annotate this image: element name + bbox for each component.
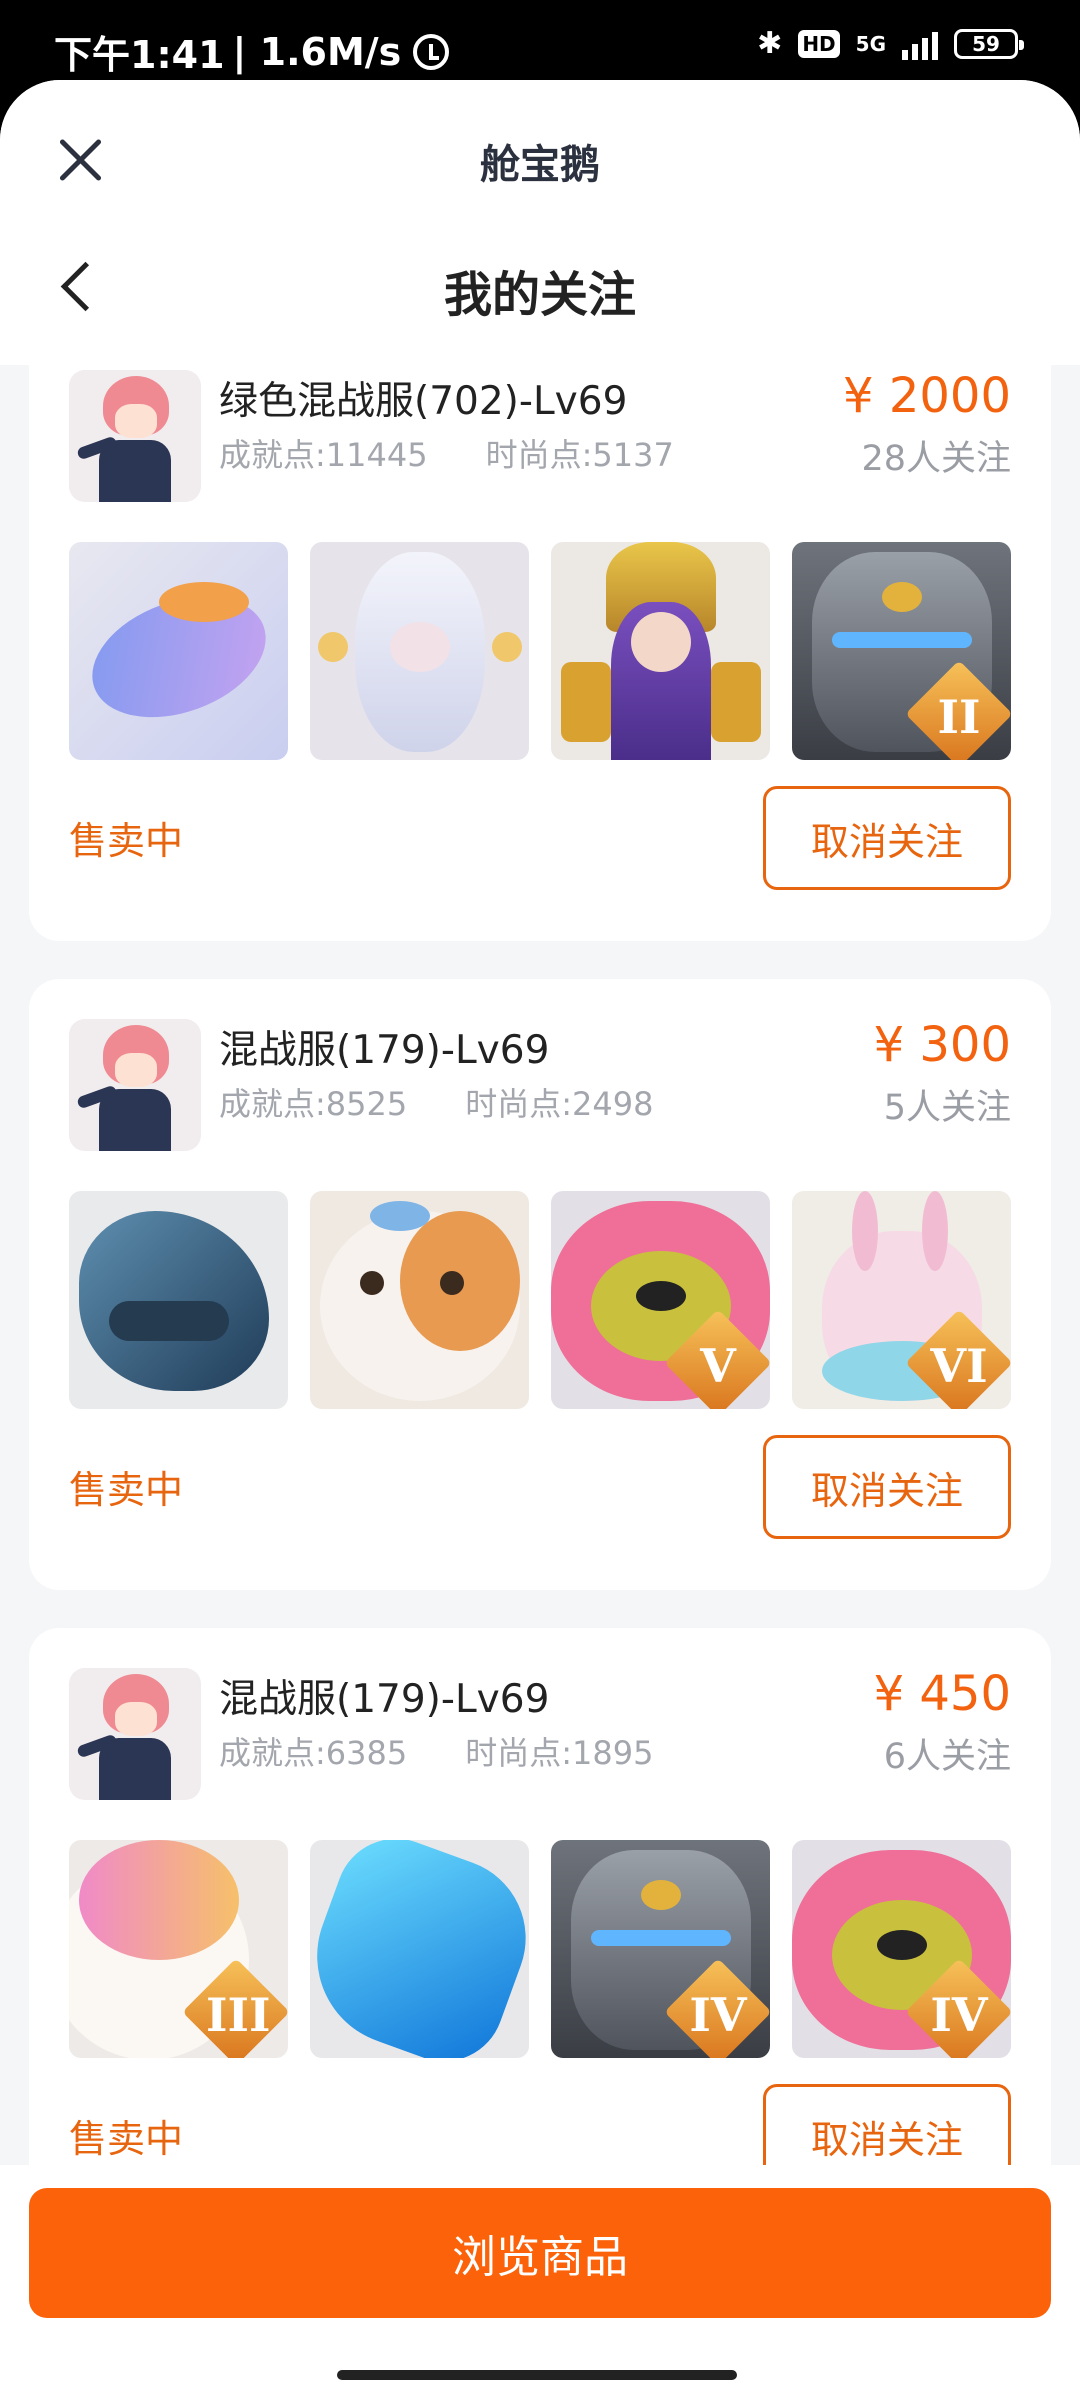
follower-count: 28人关注 <box>861 439 1011 479</box>
item-image[interactable]: II <box>792 542 1011 760</box>
status-time: 下午1:41 <box>54 33 225 77</box>
follower-count: 5人关注 <box>883 1088 1011 1128</box>
followed-item-card[interactable]: 绿色混战服(702)-Lv69 成就点:11445 时尚点:5137 ¥ 2000… <box>29 365 1051 941</box>
character-avatar <box>69 1668 201 1800</box>
character-avatar <box>69 370 201 502</box>
item-image[interactable] <box>310 542 529 760</box>
page-title: 我的关注 <box>443 267 636 323</box>
item-thumbnails: III IV IV <box>69 1840 1011 2058</box>
item-stats: 成就点:6385 时尚点:1895 <box>219 1728 653 1774</box>
item-name: 绿色混战服(702)-Lv69 <box>219 379 628 424</box>
status-bar: 下午1:41 | 1.6M/s ✱ HD 5G 59 <box>0 0 1080 80</box>
status-speed: | 1.6M/s <box>232 29 402 74</box>
followed-item-card[interactable]: 混战服(179)-Lv69 成就点:6385 时尚点:1895 ¥ 450 6人关… <box>29 1628 1051 2165</box>
item-image[interactable]: IV <box>551 1840 770 2058</box>
tier-label: VI <box>930 1339 988 1393</box>
mini-app-header: 舱宝鹅 <box>0 80 1080 205</box>
item-thumbnails: II <box>69 542 1011 760</box>
status-left: 下午1:41 | 1.6M/s <box>54 24 450 79</box>
follower-count: 6人关注 <box>883 1737 1011 1777</box>
unfollow-button[interactable]: 取消关注 <box>763 786 1011 890</box>
item-price: ¥ 450 <box>873 1666 1011 1722</box>
home-indicator[interactable] <box>337 2370 737 2380</box>
network-type: 5G <box>855 31 886 56</box>
tier-label: IV <box>930 1988 988 2042</box>
status-label: 售卖中 <box>69 819 184 863</box>
item-name: 混战服(179)-Lv69 <box>219 1028 550 1073</box>
item-price: ¥ 300 <box>873 1017 1011 1073</box>
item-price: ¥ 2000 <box>843 368 1011 424</box>
status-label: 售卖中 <box>69 2117 184 2161</box>
achievement-points: 成就点:8525 <box>219 1085 408 1123</box>
item-image[interactable] <box>69 542 288 760</box>
item-stats: 成就点:11445 时尚点:5137 <box>219 430 674 476</box>
tier-label: V <box>700 1339 736 1393</box>
item-thumbnails: V VI <box>69 1191 1011 1409</box>
browse-products-button[interactable]: 浏览商品 <box>29 2188 1051 2318</box>
battery-icon: 59 <box>954 28 1024 59</box>
status-right: ✱ HD 5G 59 <box>757 26 1024 61</box>
achievement-points: 成就点:6385 <box>219 1734 408 1772</box>
followed-list[interactable]: 绿色混战服(702)-Lv69 成就点:11445 时尚点:5137 ¥ 2000… <box>0 365 1080 2165</box>
tier-label: III <box>206 1988 271 2042</box>
achievement-points: 成就点:11445 <box>219 436 428 474</box>
fashion-points: 时尚点:2498 <box>465 1085 654 1123</box>
app-title: 舱宝鹅 <box>480 142 600 188</box>
bluetooth-icon: ✱ <box>757 26 783 61</box>
followed-item-card[interactable]: 混战服(179)-Lv69 成就点:8525 时尚点:2498 ¥ 300 5人关… <box>29 979 1051 1590</box>
alarm-icon <box>413 33 450 70</box>
item-name: 混战服(179)-Lv69 <box>219 1677 550 1722</box>
item-image[interactable]: V <box>551 1191 770 1409</box>
character-avatar <box>69 1019 201 1151</box>
item-image[interactable] <box>69 1191 288 1409</box>
item-image[interactable] <box>310 1191 529 1409</box>
item-image[interactable]: IV <box>792 1840 1011 2058</box>
battery-level: 59 <box>972 31 1000 56</box>
app-sheet: 舱宝鹅 我的关注 绿色混战服(702)-Lv69 成就点:11445 时尚点:51… <box>0 80 1080 2400</box>
hd-icon: HD <box>798 29 840 58</box>
item-image[interactable]: III <box>69 1840 288 2058</box>
item-image[interactable]: VI <box>792 1191 1011 1409</box>
tier-label: IV <box>689 1988 747 2042</box>
unfollow-button[interactable]: 取消关注 <box>763 1435 1011 1539</box>
tier-label: II <box>937 690 981 744</box>
item-image[interactable] <box>551 542 770 760</box>
fashion-points: 时尚点:5137 <box>485 436 674 474</box>
page-header: 我的关注 <box>0 205 1080 365</box>
fashion-points: 时尚点:1895 <box>465 1734 654 1772</box>
item-image[interactable] <box>310 1840 529 2058</box>
signal-icon <box>902 28 938 60</box>
status-label: 售卖中 <box>69 1468 184 1512</box>
bottom-bar: 浏览商品 <box>0 2165 1080 2400</box>
unfollow-button[interactable]: 取消关注 <box>763 2084 1011 2165</box>
item-stats: 成就点:8525 时尚点:2498 <box>219 1079 653 1125</box>
